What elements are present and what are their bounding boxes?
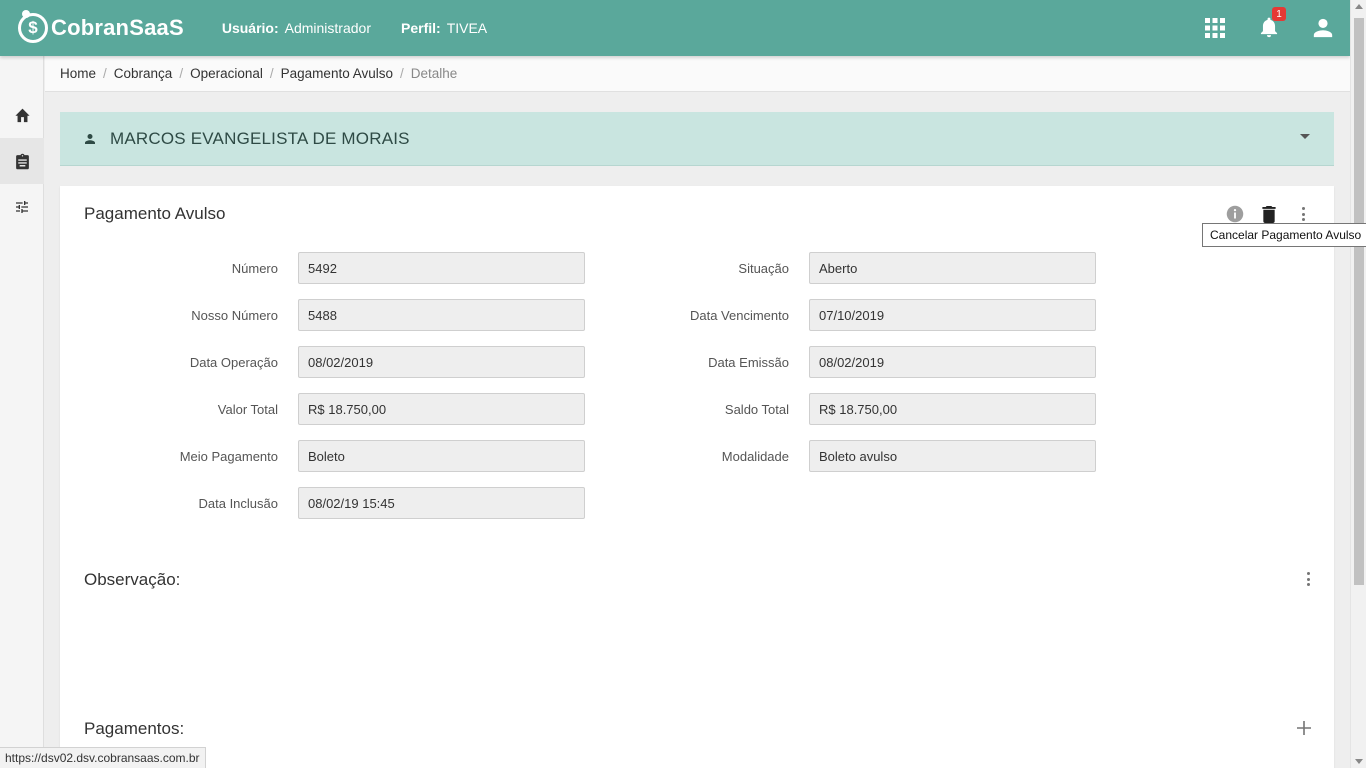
numero-field[interactable] [298,252,585,284]
page-scrollbar[interactable] [1350,0,1366,768]
apps-button[interactable] [1188,0,1242,56]
card-actions [1218,204,1320,224]
scrollbar-thumb[interactable] [1354,18,1364,585]
add-payment-icon[interactable] [1297,721,1311,735]
saldo-total-field[interactable] [809,393,1096,425]
numero-label: Número [231,261,278,276]
info-icon [1226,205,1244,223]
user-info: Usuário: Administrador Perfil: TIVEA [222,20,517,36]
logo-coin-icon: $ [18,10,48,43]
nosso-numero-field[interactable] [298,299,585,331]
breadcrumb-separator: / [103,66,107,81]
user-account-icon [1313,18,1333,38]
payment-title: Pagamento Avulso [84,204,226,223]
client-name: MARCOS EVANGELISTA DE MORAIS [110,128,410,148]
trash-icon [1262,205,1276,223]
situacao-field[interactable] [809,252,1096,284]
breadcrumb-home[interactable]: Home [60,66,96,81]
breadcrumb-cobranca[interactable]: Cobrança [114,66,173,81]
breadcrumb: Home / Cobrança / Operacional / Pagament… [45,56,1350,92]
app-name: CobranSaaS [51,15,184,40]
breadcrumb-operacional[interactable]: Operacional [190,66,263,81]
breadcrumb-pagamento-avulso[interactable]: Pagamento Avulso [281,66,393,81]
data-emissao-label: Data Emissão [708,355,789,370]
scroll-up-icon[interactable] [1355,4,1363,9]
user-value: Administrador [284,20,371,36]
browser-status-url: https://dsv02.dsv.cobransaas.com.br [0,747,206,768]
cancel-payment-tooltip: Cancelar Pagamento Avulso [1202,223,1366,247]
sidebar-item-home[interactable] [0,92,44,138]
data-vencimento-label: Data Vencimento [689,308,789,323]
clipboard-icon [15,153,29,169]
meio-pagamento-field[interactable] [298,440,585,472]
sidebar-item-cobranca[interactable] [0,138,44,184]
user-label: Usuário: [221,20,279,36]
sidebar-item-settings[interactable] [0,184,44,230]
app-logo[interactable]: $ CobranSaaS [18,10,184,43]
top-app-bar: $ CobranSaaS Usuário: Administrador Perf… [0,0,1350,56]
observacao-more-icon[interactable] [1305,572,1311,586]
card-more-button[interactable] [1286,204,1320,224]
notifications-button[interactable]: 1 [1242,0,1296,56]
scroll-down-icon[interactable] [1355,759,1363,764]
more-vert-icon [1300,207,1306,221]
data-operacao-label: Data Operação [189,355,278,370]
cancel-payment-button[interactable] [1252,204,1286,224]
breadcrumb-separator: / [400,66,404,81]
notification-badge: 1 [1272,7,1286,21]
pagamentos-title: Pagamentos: [84,719,185,738]
expand-caret-icon[interactable] [1300,134,1310,139]
person-icon [85,133,95,144]
valor-total-label: Valor Total [217,402,278,417]
data-inclusao-label: Data Inclusão [198,496,279,511]
user-account-button[interactable] [1296,0,1350,56]
apps-grid-icon [1205,18,1225,38]
situacao-label: Situação [738,261,789,276]
profile-label: Perfil: [401,20,441,36]
meio-pagamento-label: Meio Pagamento [179,449,278,464]
data-emissao-field[interactable] [809,346,1096,378]
nosso-numero-label: Nosso Número [191,308,278,323]
breadcrumb-separator: / [179,66,184,81]
modalidade-label: Modalidade [721,449,789,464]
data-inclusao-field[interactable] [298,487,585,519]
data-operacao-field[interactable] [298,346,585,378]
data-vencimento-field[interactable] [809,299,1096,331]
valor-total-field[interactable] [298,393,585,425]
sidebar [0,56,44,768]
client-banner[interactable]: MARCOS EVANGELISTA DE MORAIS [60,112,1334,166]
observacao-title: Observação: [84,570,181,589]
info-button[interactable] [1218,204,1252,224]
modalidade-field[interactable] [809,440,1096,472]
sliders-icon [16,201,28,213]
breadcrumb-detalhe: Detalhe [410,66,458,81]
breadcrumb-separator: / [269,66,274,81]
home-icon [14,108,30,123]
payment-card: Pagamento Avulso Número Nosso Número Dat… [60,186,1334,768]
saldo-total-label: Saldo Total [724,402,789,417]
profile-value: TIVEA [446,20,488,36]
